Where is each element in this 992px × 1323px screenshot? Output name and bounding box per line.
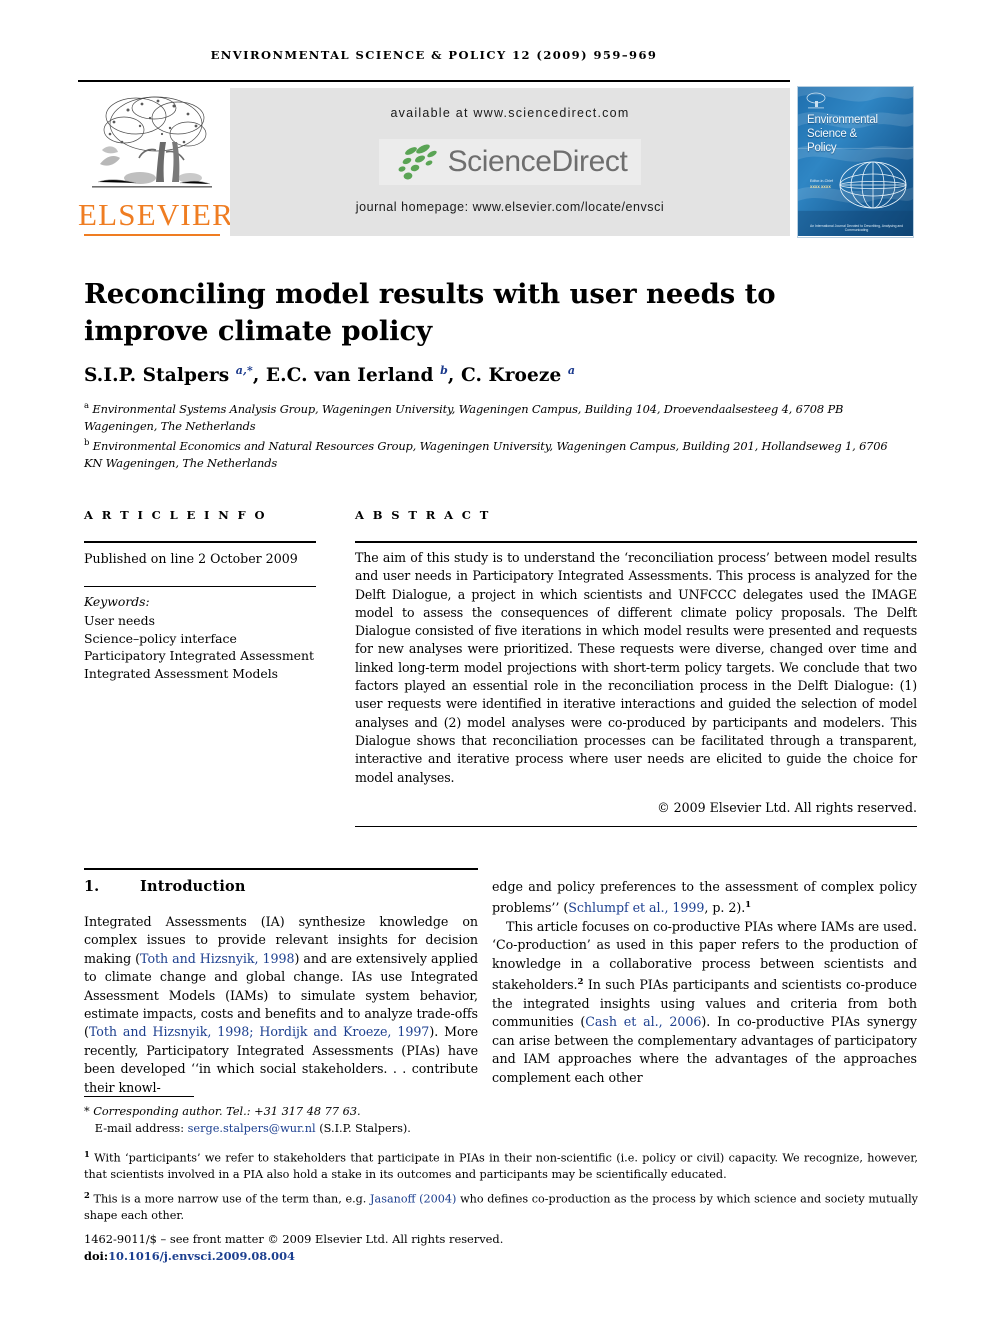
abstract-copyright: © 2009 Elsevier Ltd. All rights reserved… bbox=[657, 800, 917, 815]
cover-editor-block: Editor-in-Chief xxxx xxxx bbox=[810, 179, 844, 189]
sciencedirect-wordmark: ScienceDirect bbox=[447, 145, 628, 178]
page-title: Reconciling model results with user need… bbox=[84, 278, 776, 348]
keyword-item: User needs bbox=[84, 613, 155, 628]
cover-title-line2: Science & bbox=[807, 128, 857, 140]
affiliation-b-text: Environmental Economics and Natural Reso… bbox=[84, 439, 888, 471]
article-info-rule-mid bbox=[84, 586, 316, 588]
issn-line: 1462-9011/$ – see front matter © 2009 El… bbox=[84, 1232, 504, 1246]
keywords-heading: Keywords: bbox=[84, 594, 150, 609]
journal-article-page: ENVIRONMENTAL SCIENCE & POLICY 12 (2009)… bbox=[0, 0, 992, 1323]
author-list: S.I.P. Stalpers a,*, E.C. van Ierland b,… bbox=[84, 364, 576, 387]
abstract-heading: A B S T R A C T bbox=[355, 508, 491, 522]
affiliations: a Environmental Systems Analysis Group, … bbox=[84, 398, 902, 473]
doi-prefix: doi: bbox=[84, 1249, 109, 1263]
elsevier-underline bbox=[84, 234, 220, 236]
keywords-list: User needs Science–policy interface Part… bbox=[84, 612, 334, 682]
header-rule bbox=[78, 80, 790, 83]
section-title: Introduction bbox=[140, 878, 246, 895]
footnote-list: 1 With ‘participants’ we refer to stakeh… bbox=[84, 1146, 918, 1228]
footnote-2: 2 This is a more narrow use of the term … bbox=[84, 1189, 918, 1223]
keyword-item: Integrated Assessment Models bbox=[84, 665, 279, 681]
corresponding-author-note: * Corresponding author. Tel.: +31 317 48… bbox=[84, 1105, 411, 1136]
affiliation-b: b Environmental Economics and Natural Re… bbox=[84, 438, 888, 471]
article-info-rule-top bbox=[84, 541, 316, 543]
body-left-column: Integrated Assessments (IA) synthesize k… bbox=[84, 914, 479, 1095]
article-info-heading: A R T I C L E I N F O bbox=[84, 508, 267, 522]
elsevier-logo[interactable]: ELSEVIER bbox=[78, 88, 234, 236]
body-right-paragraph-1: edge and policy preferences to the asses… bbox=[492, 879, 917, 916]
elsevier-tree-icon bbox=[92, 96, 212, 188]
published-date: Published on line 2 October 2009 bbox=[84, 551, 298, 566]
cover-elsevier-icon bbox=[806, 92, 826, 109]
available-at-text: available at www.sciencedirect.com bbox=[390, 106, 630, 120]
body-right-column: edge and policy preferences to the asses… bbox=[492, 878, 917, 1087]
sciencedirect-logo[interactable]: ScienceDirect bbox=[230, 136, 790, 188]
elsevier-wordmark: ELSEVIER bbox=[78, 197, 234, 232]
footnote-divider bbox=[84, 1096, 194, 1098]
affiliation-a-text: Environmental Systems Analysis Group, Wa… bbox=[84, 401, 844, 434]
body-right-paragraph-2: This article focuses on co-productive PI… bbox=[492, 919, 917, 1085]
footnote-1: 1 With ‘participants’ we refer to stakeh… bbox=[84, 1149, 918, 1182]
issn-and-doi: 1462-9011/$ – see front matter © 2009 El… bbox=[84, 1231, 584, 1265]
journal-cover-thumbnail[interactable]: Environmental Science & Policy Editor-in… bbox=[797, 86, 914, 238]
section-number: 1. bbox=[84, 878, 100, 895]
abstract-rule-bottom bbox=[355, 826, 917, 828]
doi-value[interactable]: 10.1016/j.envsci.2009.08.004 bbox=[108, 1249, 295, 1263]
abstract-rule-top bbox=[355, 541, 917, 543]
globe-icon bbox=[839, 161, 907, 209]
abstract-text: The aim of this study is to understand t… bbox=[355, 550, 917, 785]
cover-editor-name: xxxx xxxx bbox=[810, 184, 831, 189]
cover-footer-text: An International Journal Devoted to Desc… bbox=[809, 224, 904, 232]
keyword-item: Science–policy interface bbox=[84, 630, 237, 646]
cover-title-line3: Policy bbox=[807, 142, 837, 154]
affiliation-a: a Environmental Systems Analysis Group, … bbox=[84, 401, 844, 434]
masthead: ELSEVIER available at www.sciencedirect.… bbox=[78, 88, 790, 236]
cover-title-line1: Environmental bbox=[807, 114, 878, 126]
sciencedirect-leaf-icon bbox=[398, 144, 437, 180]
keyword-item: Participatory Integrated Assessment bbox=[84, 648, 314, 664]
body-section-rule bbox=[84, 868, 478, 871]
doi-line[interactable]: doi:10.1016/j.envsci.2009.08.004 bbox=[84, 1248, 584, 1265]
journal-homepage-text: journal homepage: www.elsevier.com/locat… bbox=[355, 200, 665, 214]
sciencedirect-band: available at www.sciencedirect.com Scien… bbox=[230, 88, 790, 236]
running-head: ENVIRONMENTAL SCIENCE & POLICY 12 (2009)… bbox=[210, 48, 658, 62]
cover-title: Environmental Science & Policy bbox=[807, 113, 878, 155]
